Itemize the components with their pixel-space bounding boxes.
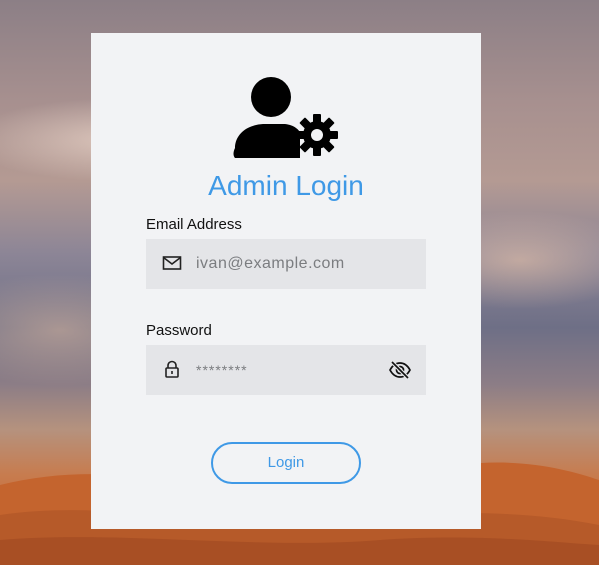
email-field[interactable]: ivan@example.com — [146, 239, 426, 289]
password-input[interactable]: ******** — [196, 362, 248, 378]
lock-icon — [165, 360, 179, 378]
eye-slash-icon[interactable] — [388, 358, 412, 382]
password-field[interactable]: ******** — [146, 345, 426, 395]
admin-user-gear-icon — [233, 77, 338, 158]
envelope-icon — [162, 256, 182, 270]
page-title: Admin Login — [208, 170, 364, 201]
password-label: Password — [146, 322, 212, 339]
login-button[interactable]: Login — [211, 442, 361, 484]
login-card: Admin Login Email Address ivan@example.c… — [91, 33, 481, 529]
email-label: Email Address — [146, 216, 242, 233]
email-input[interactable]: ivan@example.com — [196, 255, 345, 273]
